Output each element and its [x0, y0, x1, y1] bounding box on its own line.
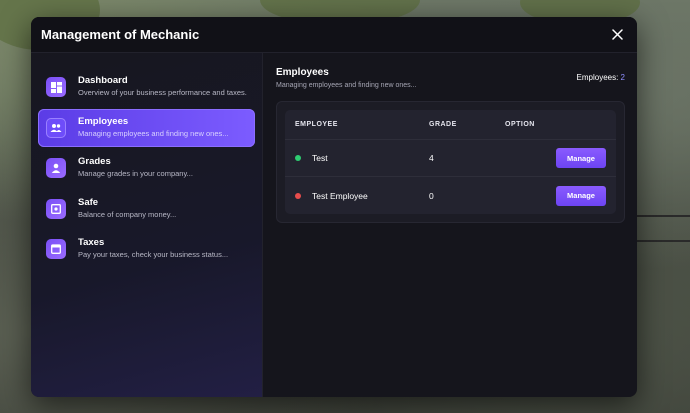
- manage-button[interactable]: Manage: [556, 185, 606, 206]
- sidebar: Dashboard Overview of your business perf…: [31, 53, 263, 397]
- users-icon: [46, 117, 66, 138]
- sidebar-item-label: Employees: [78, 115, 129, 127]
- employee-name: Test Employee: [312, 190, 368, 201]
- background-rail: [630, 215, 690, 217]
- employees-table: EMPLOYEE GRADE OPTION Test 4 Manage Test…: [285, 110, 616, 214]
- safe-icon: [46, 198, 66, 219]
- sidebar-item-label: Dashboard: [78, 75, 128, 86]
- table-row: Test 4 Manage: [285, 140, 616, 177]
- section-header: Employees Managing employees and finding…: [276, 67, 625, 89]
- employee-name: Test: [312, 153, 328, 163]
- column-header-employee: EMPLOYEE: [295, 121, 338, 128]
- sidebar-item-safe[interactable]: Safe Balance of company money...: [38, 190, 255, 228]
- employees-card: EMPLOYEE GRADE OPTION Test 4 Manage Test…: [276, 101, 625, 223]
- table-row: Test Employee 0 Manage: [285, 177, 616, 214]
- user-icon: [46, 158, 66, 179]
- column-header-option: OPTION: [505, 121, 535, 128]
- sidebar-item-label: Taxes: [78, 237, 105, 249]
- sidebar-item-dashboard[interactable]: Dashboard Overview of your business perf…: [38, 68, 255, 106]
- employee-count-value: 2: [620, 73, 625, 82]
- sidebar-item-description: Overview of your business performance an…: [78, 88, 247, 97]
- page-subtitle: Managing employees and finding new ones.…: [276, 82, 417, 89]
- background-rail: [630, 240, 690, 242]
- main-content: Employees Managing employees and finding…: [264, 53, 637, 397]
- employee-grade: 0: [429, 190, 434, 201]
- sidebar-item-label: Safe: [78, 196, 99, 208]
- calendar-icon: [46, 239, 66, 260]
- status-dot: [295, 155, 301, 161]
- sidebar-item-label: Grades: [78, 156, 111, 168]
- sidebar-item-description: Managing employees and finding new ones.…: [78, 128, 229, 138]
- column-header-grade: GRADE: [429, 121, 457, 128]
- table-header-row: EMPLOYEE GRADE OPTION: [285, 110, 616, 140]
- manage-button[interactable]: Manage: [556, 148, 606, 168]
- sidebar-item-description: Balance of company money...: [78, 209, 177, 219]
- modal-title: Management of Mechanic: [41, 27, 200, 42]
- employee-grade: 4: [429, 153, 434, 163]
- employee-count-label: Employees:: [576, 73, 619, 82]
- management-modal: Management of Mechanic Dashboard Overvie…: [31, 17, 637, 397]
- status-dot: [295, 192, 301, 199]
- dashboard-icon: [46, 77, 66, 97]
- page-title: Employees: [276, 67, 329, 78]
- sidebar-item-description: Pay your taxes, check your business stat…: [78, 250, 229, 260]
- sidebar-item-employees[interactable]: Employees Managing employees and finding…: [38, 108, 255, 147]
- employee-count: Employees: 2: [577, 73, 625, 82]
- sidebar-item-taxes[interactable]: Taxes Pay your taxes, check your busines…: [38, 230, 255, 268]
- modal-header: Management of Mechanic: [31, 17, 637, 53]
- sidebar-item-grades[interactable]: Grades Manage grades in your company...: [38, 149, 255, 187]
- sidebar-item-description: Manage grades in your company...: [78, 169, 193, 179]
- close-icon[interactable]: [609, 27, 625, 43]
